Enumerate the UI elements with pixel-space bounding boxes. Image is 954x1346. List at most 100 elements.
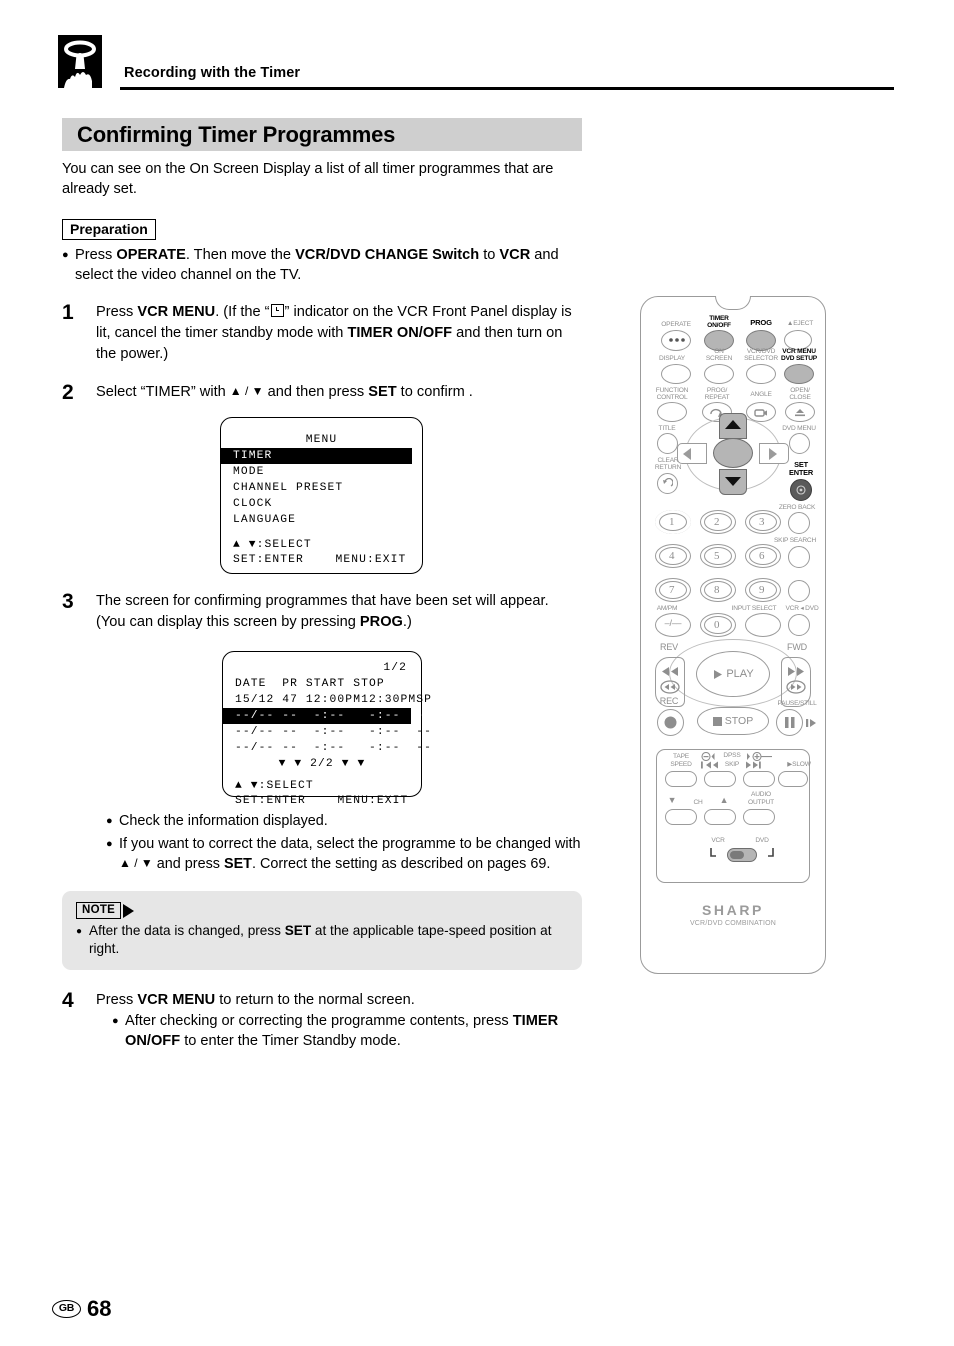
zero-back-button[interactable] xyxy=(788,512,810,534)
stop-label: STOP xyxy=(724,715,754,727)
label-prog: PROG xyxy=(750,318,772,327)
osd-page-indicator: 1/2 xyxy=(383,662,407,674)
set-enter-dot-icon xyxy=(796,485,806,495)
osd-pager: ▼ ▼ 2/2 ▼ ▼ xyxy=(278,758,366,770)
osd-menu-screen: MENU TIMER MODE CHANNEL PRESET CLOCK LAN… xyxy=(220,417,423,574)
section-title: Confirming Timer Programmes xyxy=(62,118,582,151)
title-button[interactable] xyxy=(657,433,678,454)
osd-hint-select: ▲ ▼:SELECT xyxy=(233,539,312,551)
note-arrow-icon xyxy=(123,903,135,918)
stop-button[interactable]: STOP xyxy=(697,707,769,735)
number-3-label: 3 xyxy=(759,516,765,528)
label-rev: REV xyxy=(660,642,678,652)
label-vcr: VCR xyxy=(711,837,725,844)
osd-row-0[interactable]: 15/12 47 12:00PM12:30PMSP xyxy=(223,692,431,708)
osd-hint-enter: SET:ENTER xyxy=(233,554,304,566)
osd-hint-row: SET:ENTER MENU:EXIT xyxy=(221,553,422,568)
label-eject: ▲EJECT xyxy=(786,320,814,327)
preparation-bullet: ● Press OPERATE. Then move the VCR/DVD C… xyxy=(62,245,582,285)
content-column: Confirming Timer Programmes You can see … xyxy=(62,118,582,1053)
rewind-icon xyxy=(660,667,680,694)
osd-column-headers: DATE PR START STOP xyxy=(235,678,385,690)
osd-hint-exit: MENU:EXIT xyxy=(335,554,407,566)
osd-row-3[interactable]: --/-- -- -:-- -:-- -- xyxy=(223,740,431,756)
timer-indicator-icon xyxy=(270,304,284,317)
step-text: Select “TIMER” with ▲ / ▼ and then press… xyxy=(96,384,473,400)
eject-button[interactable] xyxy=(784,330,812,350)
label-input-select: INPUT SELECT xyxy=(731,605,777,612)
dpad xyxy=(677,413,789,495)
dpss-minus-icon xyxy=(701,752,715,761)
dpad-center[interactable] xyxy=(713,438,753,468)
display-button[interactable] xyxy=(661,364,691,384)
dpad-left[interactable] xyxy=(677,443,707,464)
slow-button[interactable] xyxy=(778,771,808,787)
number-0-label: 0 xyxy=(714,619,720,631)
step-number: 2 xyxy=(62,381,74,404)
dpss-plus-icon xyxy=(747,752,772,761)
osd-timer-list-screen: 1/2 DATE PR START STOP 15/12 47 12:00PM1… xyxy=(222,651,431,807)
function-control-button[interactable] xyxy=(657,402,687,422)
vcr-dvd-switch[interactable] xyxy=(727,848,757,862)
vcr-dvd-selector-button[interactable] xyxy=(746,364,776,384)
bullet-dot: ● xyxy=(106,838,113,850)
channel-up-button[interactable] xyxy=(704,809,736,825)
step-text: The screen for confirming programmes tha… xyxy=(96,593,549,630)
on-screen-button[interactable] xyxy=(704,364,734,384)
osd-spacer xyxy=(221,528,422,538)
audio-output-button[interactable] xyxy=(743,809,775,825)
page-title: Recording with the Timer xyxy=(124,65,301,81)
label-dpss: DPSS xyxy=(723,752,741,759)
return-arrow-icon xyxy=(663,478,673,487)
osd-menu-item-language[interactable]: LANGUAGE xyxy=(221,512,422,528)
vcr-dvd-button[interactable] xyxy=(788,614,810,636)
label-fwd: FWD xyxy=(787,642,807,652)
tape-speed-button[interactable] xyxy=(665,771,697,787)
step-text: Press VCR MENU. (If the “” indicator on … xyxy=(96,304,572,362)
step-text: Press VCR MENU to return to the normal s… xyxy=(96,990,582,1053)
vcr-dvd-switch-knob[interactable] xyxy=(730,851,744,859)
label-open-close-2: CLOSE xyxy=(789,394,811,401)
dvd-menu-button[interactable] xyxy=(789,433,810,454)
label-angle: ANGLE xyxy=(750,391,772,398)
step-4: 4 Press VCR MENU to return to the normal… xyxy=(62,990,582,1053)
dpad-up-arrow-icon xyxy=(725,420,741,429)
bullet-dot: ● xyxy=(112,1015,119,1027)
label-display: DISPLAY xyxy=(659,355,685,362)
osd-row-2[interactable]: --/-- -- -:-- -:-- -- xyxy=(223,724,431,740)
step4-main-line: Press VCR MENU to return to the normal s… xyxy=(96,992,415,1008)
dpad-right-arrow-icon xyxy=(769,448,777,460)
osd-menu-item-clock[interactable]: CLOCK xyxy=(221,496,422,512)
page-footer: GB 68 xyxy=(52,1298,111,1320)
dpad-left-arrow-icon xyxy=(683,448,691,460)
osd-menu-item-channel-preset[interactable]: CHANNEL PRESET xyxy=(221,480,422,496)
stop-icon xyxy=(712,716,722,726)
dpss-back-button[interactable] xyxy=(704,771,736,787)
number-7-label: 7 xyxy=(669,584,675,596)
osd-menu-item-timer[interactable]: TIMER xyxy=(221,448,412,464)
label-title: TITLE xyxy=(658,425,676,432)
label-function-2: CONTROL xyxy=(656,394,688,401)
dpss-fwd-button[interactable] xyxy=(743,771,775,787)
play-button[interactable]: PLAY xyxy=(696,651,770,697)
pause-icon xyxy=(785,717,795,728)
label-on-screen-2: SCREEN xyxy=(705,355,733,362)
label-enter: ENTER xyxy=(788,468,814,477)
vcr-menu-dvd-setup-button[interactable] xyxy=(784,364,814,384)
step3-bullet-2-text: If you want to correct the data, select … xyxy=(119,836,581,872)
osd-menu-item-mode[interactable]: MODE xyxy=(221,464,422,480)
eject-tray-icon xyxy=(795,409,805,417)
ch-up-icon: ▲ xyxy=(719,795,729,805)
list-item: ● Check the information displayed. xyxy=(106,811,582,832)
label-ch: CH xyxy=(693,799,703,806)
step-number: 3 xyxy=(62,590,74,613)
play-icon xyxy=(714,669,723,679)
step3-bullet-1-text: Check the information displayed. xyxy=(119,813,328,829)
label-rec: REC xyxy=(659,696,679,706)
skip-search-button[interactable] xyxy=(788,546,810,568)
osd-row-1[interactable]: --/-- -- -:-- -:-- -- xyxy=(223,708,431,724)
unlabeled-button[interactable] xyxy=(788,580,810,602)
input-select-button[interactable] xyxy=(745,613,781,637)
channel-down-button[interactable] xyxy=(665,809,697,825)
note-box: NOTE ● After the data is changed, press … xyxy=(62,891,582,970)
